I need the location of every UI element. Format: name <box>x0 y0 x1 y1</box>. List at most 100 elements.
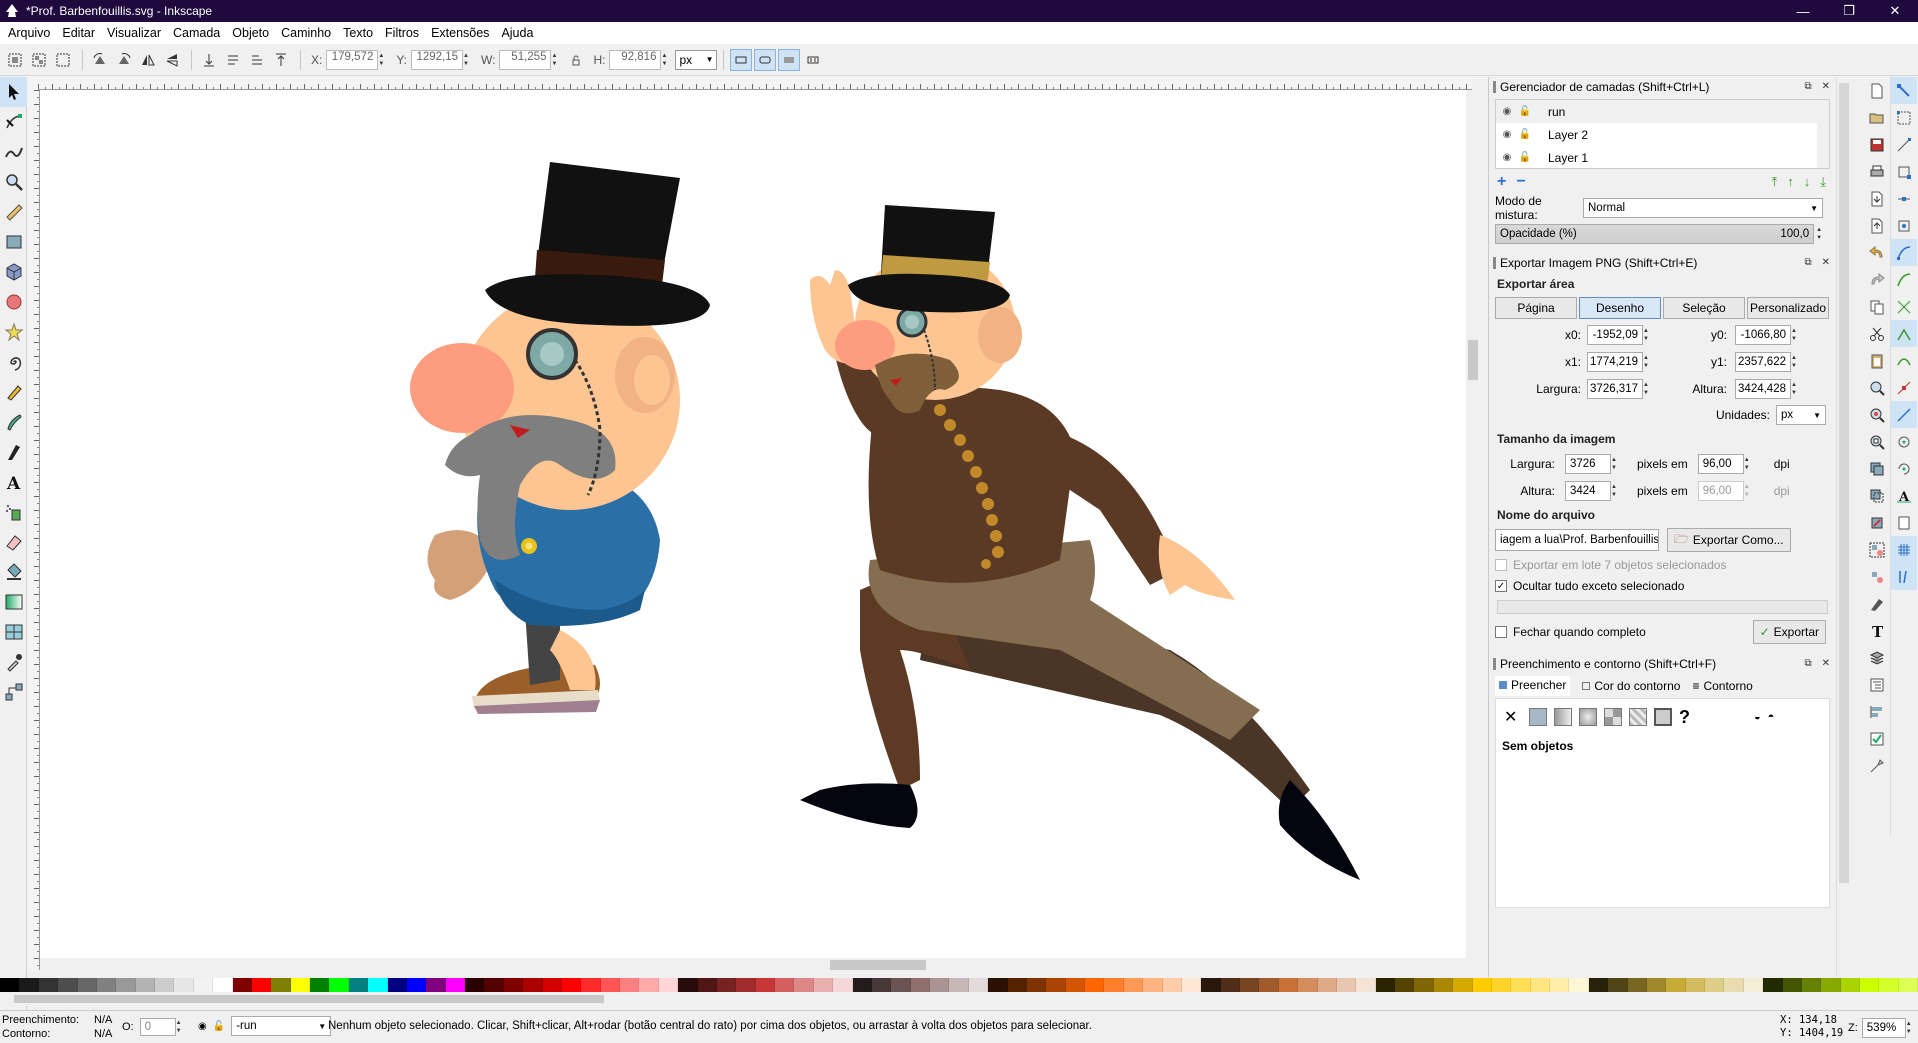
snap-rotation-center-icon[interactable] <box>1891 455 1917 482</box>
color-swatch[interactable] <box>755 978 775 992</box>
palette-scrollbar[interactable] <box>0 992 1918 1006</box>
y0-spinner[interactable]: ▲ ▼ <box>1791 325 1801 345</box>
layer-raise-icon[interactable]: ↑ <box>1787 174 1794 190</box>
menu-arquivo[interactable]: Arquivo <box>2 26 56 40</box>
import-icon[interactable] <box>1864 185 1890 212</box>
menu-visualizar[interactable]: Visualizar <box>101 26 167 40</box>
lock-ratio-icon[interactable] <box>565 49 587 71</box>
color-swatch[interactable] <box>1414 978 1434 992</box>
blend-select[interactable]: Normal ▼ <box>1583 198 1823 218</box>
color-swatch[interactable] <box>445 978 465 992</box>
fill-rule-nonzero-icon[interactable]: ◓ <box>1768 711 1775 723</box>
color-swatch[interactable] <box>678 978 698 992</box>
units-select[interactable]: px ▼ <box>1776 405 1826 425</box>
layer-lock-icon[interactable]: 🔓 <box>213 1021 225 1032</box>
color-swatch[interactable] <box>1278 978 1299 992</box>
x0-spinner[interactable]: ▲ ▼ <box>1643 325 1653 345</box>
menu-camada[interactable]: Camada <box>167 26 226 40</box>
copy-icon[interactable] <box>1864 293 1890 320</box>
tab-fill[interactable]: Preencher <box>1495 676 1571 696</box>
menu-filtros[interactable]: Filtros <box>379 26 425 40</box>
color-swatch[interactable] <box>484 978 504 992</box>
scroll-thumb[interactable] <box>830 960 926 970</box>
close-panel-icon[interactable]: ✕ <box>1822 658 1830 669</box>
color-swatch[interactable] <box>1685 978 1705 992</box>
color-swatch[interactable] <box>639 978 659 992</box>
color-swatch[interactable] <box>1743 978 1764 992</box>
color-swatch[interactable] <box>561 978 582 992</box>
iconify-panel-icon[interactable]: ⧉ <box>1804 257 1811 268</box>
layer-to-bottom-icon[interactable]: ⤓ <box>1820 174 1826 190</box>
hide-checkbox[interactable]: ✓ <box>1495 580 1507 592</box>
snap-bbox-icon[interactable] <box>1891 104 1917 131</box>
add-layer-icon[interactable]: + <box>1497 173 1506 191</box>
color-swatch[interactable] <box>116 978 136 992</box>
color-swatch[interactable] <box>697 978 717 992</box>
current-layer-select[interactable]: -run ▼ <box>231 1016 332 1036</box>
node-icon[interactable] <box>0 107 27 137</box>
lower-to-bottom-icon[interactable] <box>198 49 220 71</box>
color-swatch[interactable] <box>1240 978 1260 992</box>
snap-intersection-icon[interactable] <box>1891 293 1917 320</box>
snap-grid-icon[interactable] <box>1891 536 1917 563</box>
snap-page-border-icon[interactable] <box>1891 509 1917 536</box>
zoom-drawing-icon[interactable] <box>1864 401 1890 428</box>
w-spinner[interactable]: ▲ ▼ <box>551 50 561 70</box>
drawing-canvas[interactable] <box>40 90 1466 958</box>
export-button[interactable]: ✓ Exportar <box>1752 620 1826 644</box>
color-swatch[interactable] <box>1763 978 1783 992</box>
y0-input[interactable]: -1066,80 <box>1735 324 1791 345</box>
color-swatch[interactable] <box>891 978 911 992</box>
lock-open-icon[interactable]: 🔓 <box>1518 106 1532 117</box>
3dbox-icon[interactable] <box>0 257 27 287</box>
snap-text-baseline-icon[interactable]: A <box>1891 482 1917 509</box>
pen-icon[interactable] <box>0 407 27 437</box>
layer-to-top-icon[interactable]: ⤒ <box>1772 174 1778 190</box>
color-swatch[interactable] <box>19 978 39 992</box>
color-swatch[interactable] <box>1472 978 1492 992</box>
x0-input[interactable]: -1952,09 <box>1587 324 1643 345</box>
open-icon[interactable] <box>1864 104 1890 131</box>
maximize-button[interactable]: ❐ <box>1826 0 1872 22</box>
area-drawing-button[interactable]: Desenho <box>1579 297 1661 319</box>
layer-row[interactable]: ◉ 🔓 Layer 2 <box>1496 123 1829 146</box>
minimize-button[interactable]: — <box>1780 0 1826 22</box>
color-swatch[interactable] <box>1104 978 1124 992</box>
snap-bbox-center-icon[interactable] <box>1891 212 1917 239</box>
width-input[interactable]: 3726,317 <box>1587 378 1643 399</box>
color-swatch[interactable] <box>426 978 446 992</box>
color-swatch[interactable] <box>813 978 834 992</box>
rect-icon[interactable] <box>0 227 27 257</box>
paste-icon[interactable] <box>1864 347 1890 374</box>
filename-input[interactable]: iagem a lua\Prof. Barbenfouillis.png <box>1495 529 1659 551</box>
color-swatch[interactable] <box>968 978 989 992</box>
width-spinner[interactable]: ▲ ▼ <box>1643 379 1653 399</box>
duplicate-icon[interactable] <box>1864 455 1890 482</box>
w-input[interactable]: 51,255 <box>499 49 552 70</box>
color-swatch[interactable] <box>581 978 601 992</box>
align-icon[interactable] <box>1864 698 1890 725</box>
area-page-button[interactable]: Página <box>1495 297 1577 319</box>
color-swatch[interactable] <box>871 978 892 992</box>
layer-row[interactable]: ◉ 🔓 Layer 1 <box>1496 146 1829 169</box>
color-swatch[interactable] <box>290 978 310 992</box>
color-swatch[interactable] <box>1317 978 1337 992</box>
fill-stroke-icon[interactable] <box>1864 590 1890 617</box>
lower-icon[interactable] <box>222 49 244 71</box>
color-swatch[interactable] <box>1511 978 1531 992</box>
color-swatch[interactable] <box>833 978 853 992</box>
menu-ajuda[interactable]: Ajuda <box>495 26 539 40</box>
star-icon[interactable] <box>0 317 27 347</box>
raise-icon[interactable] <box>246 49 268 71</box>
color-swatch[interactable] <box>38 978 59 992</box>
scale-corners-icon[interactable] <box>754 48 777 71</box>
connector-icon[interactable] <box>0 677 27 707</box>
layer-visibility-icon[interactable]: ◉ <box>198 1021 207 1032</box>
select-all-layers-icon[interactable] <box>28 49 50 71</box>
clone-icon[interactable] <box>1864 482 1890 509</box>
x-input[interactable]: 179,572 <box>326 49 379 70</box>
color-swatch[interactable] <box>1860 978 1880 992</box>
color-swatch[interactable] <box>58 978 78 992</box>
color-swatch[interactable] <box>1782 978 1802 992</box>
iconify-panel-icon[interactable]: ⧉ <box>1804 81 1811 92</box>
